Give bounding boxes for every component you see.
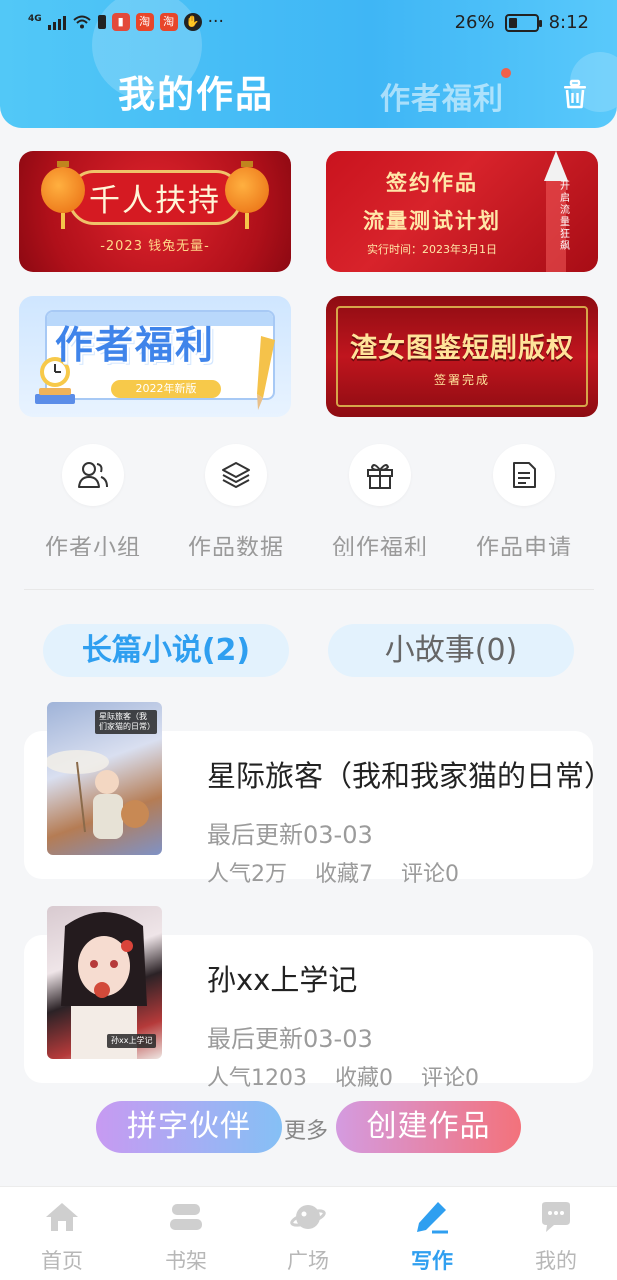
signal-icon [47, 14, 66, 30]
more-link[interactable]: 更多 [284, 1113, 328, 1145]
banner-drama-rights[interactable]: 渣女图鉴短剧版权 签署完成 [326, 296, 598, 417]
banner-author-benefits[interactable]: 作者福利 2022年新版 [19, 296, 291, 417]
tab-novels[interactable]: 长篇小说(2) [43, 624, 289, 677]
group-icon [78, 462, 108, 488]
home-icon [46, 1203, 78, 1231]
banner-signed-works-test[interactable]: 签约作品 流量测试计划 实行时间：2023年3月1日 开启流量狂飙 [326, 151, 598, 272]
cover-title-tag: 星际旅客（我们家猫的日常） [95, 710, 157, 734]
trash-icon[interactable] [560, 78, 590, 110]
work-popularity: 人气2万 [207, 862, 287, 887]
banner-frame [336, 306, 588, 407]
writing-partner-button[interactable]: 拼字伙伴 [96, 1101, 282, 1153]
chat-icon [542, 1202, 570, 1232]
book-app-icon: ▮ [111, 13, 130, 31]
banner-badge: 2022年新版 [111, 380, 221, 398]
section-divider [24, 589, 594, 590]
nav-label: 我的 [535, 1249, 577, 1273]
taobao-icon: 淘 [135, 13, 154, 31]
tab-short-stories[interactable]: 小故事(0) [328, 624, 574, 677]
quick-action-label: 作品数据 [188, 535, 284, 556]
bottom-navigation: 首页 书架 广场 写作 我的 [0, 1186, 617, 1280]
pen-icon [417, 1202, 448, 1234]
app-header: 4G ▮ 淘 淘 ✋ ··· 26% 8:12 我的作品 作者福利 [0, 0, 617, 128]
nav-item-plaza[interactable]: 广场 [268, 1199, 348, 1275]
work-title[interactable]: 星际旅客（我和我家猫的日常） [207, 753, 613, 795]
quick-action-label: 作者小组 [45, 535, 141, 556]
nav-item-home[interactable]: 首页 [22, 1199, 102, 1275]
nav-label: 写作 [411, 1249, 453, 1273]
work-last-update: 最后更新03-03 [207, 821, 373, 849]
quick-action-work-data[interactable]: 作品数据 [176, 444, 296, 556]
work-stats: 人气1203 收藏0 评论0 [207, 1060, 479, 1092]
tab-author-benefits[interactable]: 作者福利 [380, 74, 504, 118]
page-title[interactable]: 我的作品 [118, 64, 274, 118]
banner-date: 实行时间：2023年3月1日 [367, 242, 497, 256]
banner-subtitle: -2023 钱兔无量- [100, 238, 210, 254]
banner-side-text: 开启流量狂飙 [560, 181, 570, 252]
notification-dot [501, 68, 511, 78]
quick-action-work-application[interactable]: 作品申请 [464, 444, 584, 556]
wifi-icon [72, 15, 91, 29]
sim-icon [97, 15, 106, 29]
nav-item-bookshelf[interactable]: 书架 [146, 1199, 226, 1275]
lantern-icon [41, 161, 85, 229]
work-cover-image[interactable]: 星际旅客（我们家猫的日常） [47, 702, 162, 855]
work-comments: 评论0 [421, 1066, 479, 1091]
nav-item-mine[interactable]: 我的 [516, 1199, 596, 1275]
gift-icon [367, 464, 393, 489]
banner-title: 作者福利 [55, 323, 216, 367]
banner-line: 流量测试计划 [363, 207, 501, 233]
banner-thousand-support[interactable]: 千人扶持 -2023 钱兔无量- [19, 151, 291, 272]
battery-icon [504, 13, 542, 32]
more-notifications-icon: ··· [207, 12, 224, 32]
battery-percent: 26% [454, 12, 495, 33]
banner-line: 签约作品 [386, 169, 478, 195]
taobao-icon: 淘 [159, 13, 178, 31]
document-icon [513, 462, 536, 488]
work-favorites: 收藏0 [335, 1066, 393, 1091]
work-cover-image[interactable]: 孙xx上学记 [47, 906, 162, 1059]
network-type: 4G [28, 13, 42, 24]
status-bar: 4G ▮ 淘 淘 ✋ ··· 26% 8:12 [0, 0, 617, 46]
pencil-icon [257, 336, 275, 410]
layers-icon [222, 462, 250, 488]
hand-app-icon: ✋ [183, 13, 202, 31]
nav-label: 书架 [165, 1249, 207, 1273]
clock: 8:12 [548, 12, 589, 33]
nav-item-write[interactable]: 写作 [392, 1199, 472, 1275]
quick-action-label: 创作福利 [332, 535, 428, 556]
quick-action-creation-benefits[interactable]: 创作福利 [320, 444, 440, 556]
quick-action-label: 作品申请 [476, 535, 572, 556]
nav-label: 广场 [287, 1249, 329, 1273]
bookshelf-icon [170, 1204, 202, 1230]
work-stats: 人气2万 收藏7 评论0 [207, 856, 459, 888]
cover-title-tag: 孙xx上学记 [107, 1034, 157, 1048]
work-title[interactable]: 孙xx上学记 [207, 957, 357, 999]
lantern-icon [225, 161, 269, 229]
create-work-button[interactable]: 创建作品 [336, 1101, 521, 1153]
work-popularity: 人气1203 [207, 1066, 307, 1091]
work-comments: 评论0 [401, 862, 459, 887]
banner-title: 千人扶持 [68, 169, 242, 225]
planet-icon [290, 1205, 326, 1229]
work-last-update: 最后更新03-03 [207, 1025, 373, 1053]
quick-action-author-group[interactable]: 作者小组 [33, 444, 153, 556]
nav-label: 首页 [41, 1249, 83, 1273]
work-favorites: 收藏7 [315, 862, 373, 887]
